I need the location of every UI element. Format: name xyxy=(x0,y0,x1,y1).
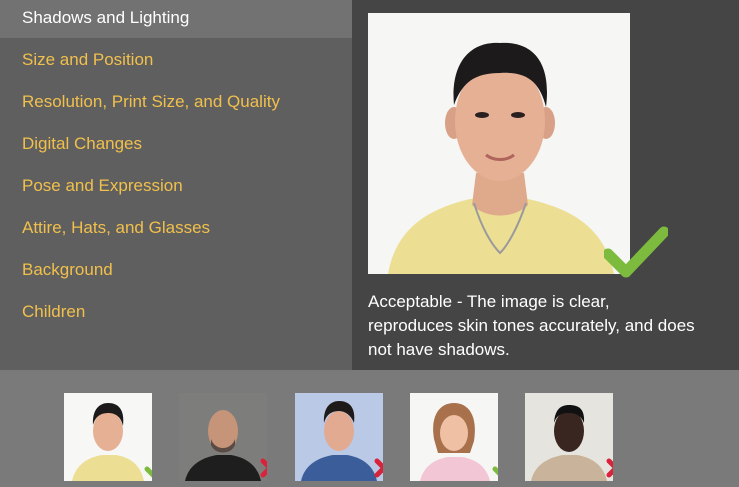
example-viewer: Acceptable - The image is clear, reprodu… xyxy=(352,0,739,370)
thumbnail-2[interactable] xyxy=(179,393,267,481)
thumbnail-photo xyxy=(179,393,267,481)
thumbnail-1[interactable] xyxy=(64,393,152,481)
menu-item-size-position[interactable]: Size and Position xyxy=(0,42,352,80)
thumbnail-4[interactable] xyxy=(410,393,498,481)
menu-item-shadows-lighting[interactable]: Shadows and Lighting xyxy=(0,0,352,38)
menu-item-pose-expression[interactable]: Pose and Expression xyxy=(0,168,352,206)
thumbnail-photo xyxy=(410,393,498,481)
checkmark-icon xyxy=(604,226,668,278)
thumbnail-5[interactable] xyxy=(525,393,613,481)
main-example-photo xyxy=(368,13,630,274)
thumbnail-photo xyxy=(64,393,152,481)
thumbnail-photo xyxy=(525,393,613,481)
menu-item-digital-changes[interactable]: Digital Changes xyxy=(0,126,352,164)
menu-item-resolution-quality[interactable]: Resolution, Print Size, and Quality xyxy=(0,84,352,122)
sidebar-menu: Shadows and Lighting Size and Position R… xyxy=(0,0,352,370)
x-mark-icon xyxy=(260,458,267,478)
menu-item-children[interactable]: Children xyxy=(0,294,352,332)
menu-item-attire-hats-glasses[interactable]: Attire, Hats, and Glasses xyxy=(0,210,352,248)
x-mark-icon xyxy=(606,458,613,478)
example-caption: Acceptable - The image is clear, reprodu… xyxy=(368,292,695,359)
checkmark-icon xyxy=(492,466,498,476)
menu-item-background[interactable]: Background xyxy=(0,252,352,290)
thumbnail-photo xyxy=(295,393,383,481)
x-mark-icon xyxy=(374,458,383,478)
top-area: Shadows and Lighting Size and Position R… xyxy=(0,0,739,370)
checkmark-icon xyxy=(144,466,152,478)
thumbnail-strip xyxy=(0,370,739,487)
thumbnail-3[interactable] xyxy=(295,393,383,481)
